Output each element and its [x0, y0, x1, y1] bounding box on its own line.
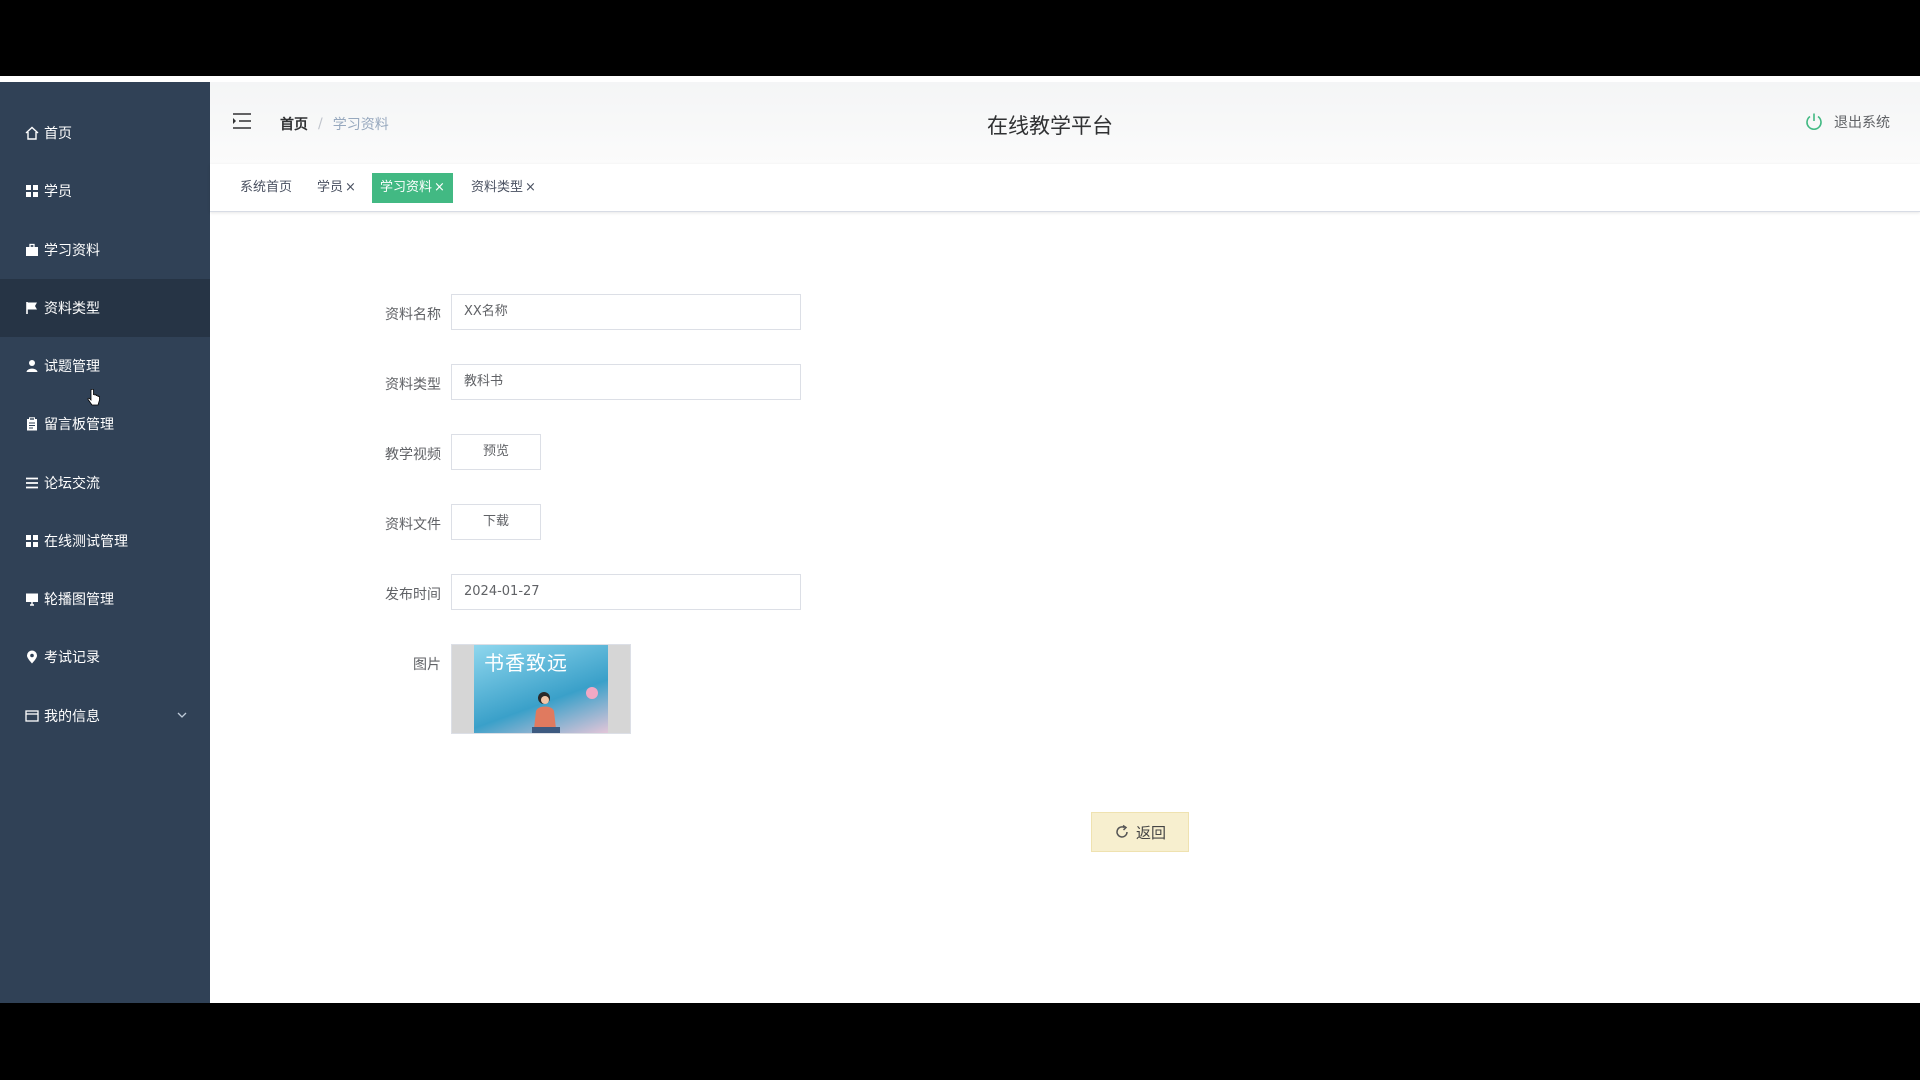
- sidebar: 首页 学员 学习资料 资料类型 试题管理 留言板管理 论坛交流 在线测试管理 轮…: [0, 82, 210, 1003]
- sidebar-item-my-info[interactable]: 我的信息: [0, 687, 210, 745]
- page-title: 在线教学平台: [987, 114, 1113, 138]
- chevron-down-icon: [176, 709, 188, 725]
- letterbox-bottom: [0, 1003, 1920, 1080]
- sidebar-item-label: 考试记录: [44, 650, 100, 666]
- refresh-icon: [1116, 824, 1128, 838]
- logout-label: 退出系统: [1834, 115, 1890, 131]
- card-icon: [24, 708, 40, 724]
- sidebar-item-label: 资料类型: [44, 301, 100, 317]
- preview-button[interactable]: 预览: [451, 434, 541, 470]
- tags-view: 系统首页 学员 × 学习资料 × 资料类型 ×: [210, 164, 1920, 212]
- sidebar-item-students[interactable]: 学员: [0, 162, 210, 220]
- tag-students[interactable]: 学员 ×: [309, 173, 364, 203]
- publish-date-label: 发布时间: [385, 587, 441, 603]
- user-icon: [24, 358, 40, 374]
- logout-button[interactable]: 退出系统: [1804, 112, 1890, 132]
- sidebar-item-label: 在线测试管理: [44, 534, 128, 550]
- sidebar-item-label: 学习资料: [44, 243, 100, 259]
- tag-label: 学员: [317, 180, 344, 195]
- sidebar-item-label: 留言板管理: [44, 417, 114, 433]
- sidebar-item-carousel[interactable]: 轮播图管理: [0, 570, 210, 628]
- material-type-field[interactable]: 教科书: [451, 364, 801, 400]
- publish-date-field[interactable]: 2024-01-27: [451, 574, 801, 610]
- material-name-field[interactable]: XX名称: [451, 294, 801, 330]
- power-icon: [1806, 113, 1822, 130]
- tag-materials[interactable]: 学习资料 ×: [372, 173, 453, 203]
- sidebar-item-label: 学员: [44, 184, 72, 200]
- sidebar-item-materials[interactable]: 学习资料: [0, 221, 210, 279]
- material-name-label: 资料名称: [385, 307, 441, 323]
- sidebar-item-material-types[interactable]: 资料类型: [0, 279, 210, 337]
- cover-title: 书香致远: [484, 651, 568, 675]
- teaching-video-label: 教学视频: [385, 447, 441, 463]
- back-button[interactable]: 返回: [1091, 812, 1189, 852]
- monitor-icon: [24, 591, 40, 607]
- close-icon[interactable]: ×: [525, 180, 536, 195]
- material-type-label: 资料类型: [385, 377, 441, 393]
- image-label: 图片: [413, 657, 441, 673]
- grid-icon: [24, 533, 40, 549]
- back-button-label: 返回: [1135, 823, 1166, 842]
- clipboard-icon: [24, 416, 40, 432]
- download-button[interactable]: 下载: [451, 504, 541, 540]
- material-file-label: 资料文件: [385, 517, 441, 533]
- flag-icon: [24, 300, 40, 316]
- close-icon[interactable]: ×: [434, 180, 445, 195]
- briefcase-icon: [24, 242, 40, 258]
- tag-material-types[interactable]: 资料类型 ×: [463, 173, 544, 203]
- letterbox-top: [0, 0, 1920, 76]
- main-content: 首页 / 学习资料 在线教学平台 退出系统 系统首页 学员 × 学习资料 × 资料类…: [210, 82, 1920, 1003]
- tag-label: 系统首页: [240, 180, 293, 195]
- sidebar-item-exam-records[interactable]: 考试记录: [0, 628, 210, 686]
- pin-icon: [24, 649, 40, 665]
- sidebar-item-online-tests[interactable]: 在线测试管理: [0, 512, 210, 570]
- sidebar-item-label: 轮播图管理: [44, 592, 114, 608]
- tag-system-home[interactable]: 系统首页: [232, 173, 300, 203]
- decorative-dot: [586, 687, 598, 699]
- navbar: 首页 / 学习资料 在线教学平台 退出系统: [210, 82, 1920, 164]
- sidebar-item-home[interactable]: 首页: [0, 104, 210, 162]
- reading-person-illustration: [532, 692, 560, 733]
- book-cover: 书香致远: [474, 645, 608, 733]
- material-image[interactable]: 书香致远: [451, 644, 631, 734]
- sidebar-item-questions[interactable]: 试题管理: [0, 337, 210, 395]
- sidebar-item-message-board[interactable]: 留言板管理: [0, 395, 210, 453]
- tag-label: 资料类型: [471, 180, 524, 195]
- sidebar-item-label: 论坛交流: [44, 476, 100, 492]
- close-icon[interactable]: ×: [345, 180, 356, 195]
- tag-label: 学习资料: [380, 180, 433, 195]
- sidebar-item-label: 我的信息: [44, 709, 100, 725]
- sidebar-item-forum[interactable]: 论坛交流: [0, 454, 210, 512]
- grid-icon: [24, 183, 40, 199]
- sidebar-item-label: 首页: [44, 126, 72, 142]
- list-icon: [24, 475, 40, 491]
- sidebar-item-label: 试题管理: [44, 359, 100, 375]
- mouse-cursor-icon: [87, 388, 101, 413]
- home-icon: [24, 125, 40, 141]
